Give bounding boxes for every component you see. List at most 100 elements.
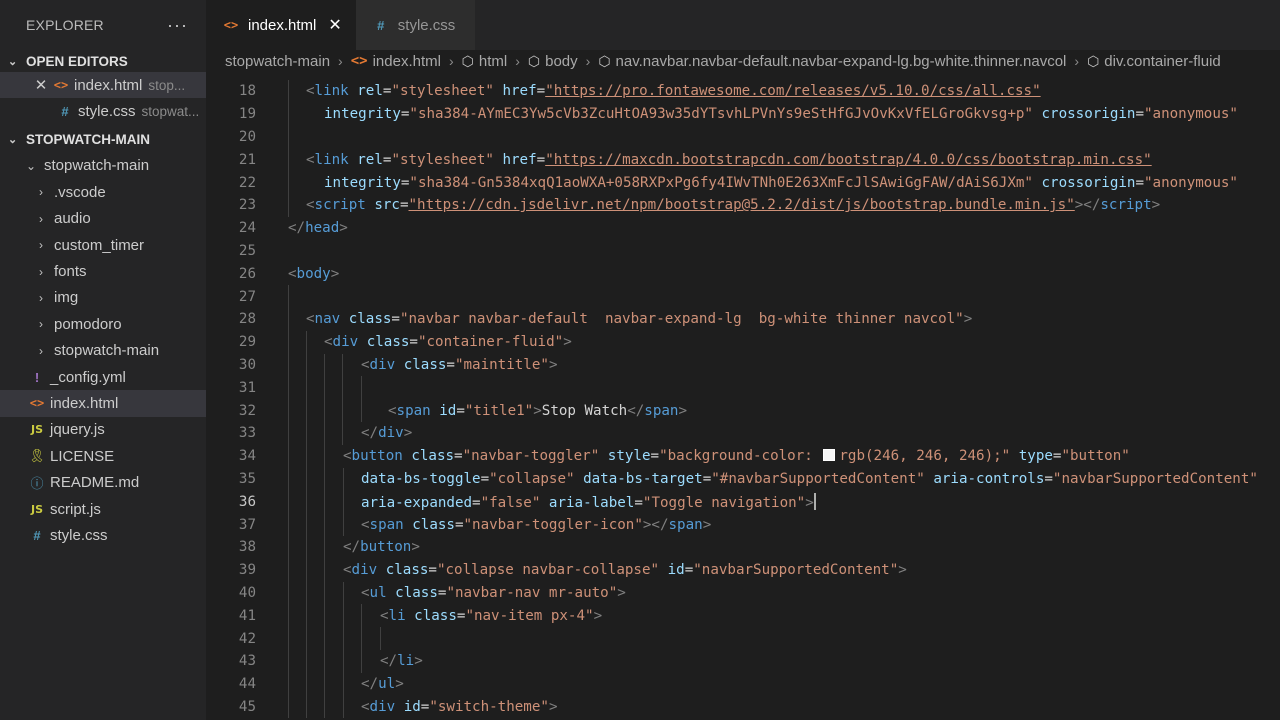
code-text: <link rel="stylesheet" href="https://pro… — [306, 83, 1041, 99]
more-actions-icon[interactable]: ··· — [167, 15, 188, 36]
tree-item-config-yml[interactable]: ! _config.yml — [0, 364, 206, 390]
explorer-header: EXPLORER ··· — [0, 0, 206, 50]
code-text: <button class="navbar-toggler" style="ba… — [343, 448, 1130, 464]
token-tag: head — [305, 220, 340, 237]
token-attr: class — [358, 334, 410, 351]
tree-item-img[interactable]: › img — [0, 285, 206, 311]
token-link[interactable]: "https://pro.fontawesome.com/releases/v5… — [545, 83, 1040, 99]
indent-guide — [343, 672, 344, 696]
token-attr: rel — [348, 83, 383, 100]
tree-item-audio[interactable]: › audio — [0, 206, 206, 232]
token-link[interactable]: "https://maxcdn.bootstrapcdn.com/bootstr… — [545, 152, 1151, 168]
tree-item-license[interactable]: 🎗 LICENSE — [0, 443, 206, 469]
open-editor-path: stop... — [148, 77, 186, 93]
code-line: 28 <nav class="navbar navbar-default nav… — [206, 308, 1280, 331]
token-punct: < — [380, 607, 389, 624]
code-text: <li class="nav-item px-4"> — [380, 608, 602, 624]
line-number: 29 — [238, 334, 256, 351]
tab-label: style.css — [397, 16, 456, 34]
token-punct: </ — [288, 220, 306, 237]
token-eq: = — [409, 334, 418, 351]
code-text: <div class="maintitle"> — [361, 357, 557, 373]
token-eq: = — [456, 402, 465, 419]
token-eq: = — [1044, 470, 1053, 487]
open-editors-section[interactable]: ⌄ OPEN EDITORS — [0, 50, 206, 72]
indent-guide — [288, 672, 289, 696]
token-attr: integrity — [324, 174, 401, 191]
token-string: "navbarSupportedContent" — [693, 562, 899, 579]
code-line: 27 — [206, 285, 1280, 308]
tree-item-label: fonts — [54, 263, 87, 281]
open-editor-index-html[interactable]: ✕ <> index.html stop... — [0, 72, 206, 99]
line-number: 28 — [238, 311, 256, 328]
line-number: 37 — [238, 516, 256, 533]
breadcrumb-item[interactable]: ⬡ div.container-fluid — [1087, 53, 1221, 70]
breadcrumb-item[interactable]: <> index.html — [351, 53, 441, 70]
indent-guide — [361, 627, 362, 650]
color-swatch[interactable] — [823, 449, 836, 462]
code-text: <div class="container-fluid"> — [324, 334, 572, 350]
tree-item-label: README.md — [50, 474, 140, 492]
breadcrumb-item[interactable]: ⬡ body — [528, 53, 578, 70]
indent-guide — [288, 490, 289, 514]
code-text: </button> — [343, 539, 420, 555]
close-icon[interactable]: ✕ — [328, 15, 341, 35]
close-icon[interactable]: ✕ — [30, 76, 52, 94]
tab-style-css[interactable]: # style.css — [355, 0, 476, 50]
indent-guide — [343, 513, 344, 536]
token-attr: class — [395, 356, 447, 373]
tree-item-pomodoro[interactable]: › pomodoro — [0, 311, 206, 337]
tree-item-index-html[interactable]: <> index.html — [0, 390, 206, 417]
html-file-icon: <> — [223, 18, 239, 32]
chevron-right-icon: › — [39, 343, 43, 358]
tree-item-style-css[interactable]: # style.css — [0, 522, 206, 548]
indent-guide — [306, 695, 307, 719]
token-link[interactable]: "https://cdn.jsdelivr.net/npm/bootstrap@… — [409, 197, 1075, 213]
breadcrumb-item[interactable]: ⬡ html — [462, 53, 508, 70]
tree-item-fonts[interactable]: › fonts — [0, 258, 206, 284]
explorer-title: EXPLORER — [26, 17, 104, 33]
token-punct: < — [361, 356, 370, 373]
tree-item-label: pomodoro — [54, 315, 122, 333]
code-line: 42 — [206, 627, 1280, 650]
element-cube-icon: ⬡ — [527, 52, 541, 69]
open-editors-label: OPEN EDITORS — [26, 53, 128, 69]
token-string: "navbarSupportedContent" — [1052, 470, 1258, 487]
workspace-section[interactable]: ⌄ STOPWATCH-MAIN — [0, 127, 206, 153]
token-punct: ></ — [1074, 197, 1101, 214]
code-editor[interactable]: 18 <link rel="stylesheet" href="https://… — [206, 80, 1280, 720]
token-string: "stylesheet" — [391, 151, 494, 168]
token-tag: link — [314, 151, 349, 168]
editor-tab-bar: <> index.html ✕ # style.css — [206, 0, 1280, 50]
code-text: <span class="navbar-toggler-icon"></span… — [361, 517, 711, 533]
code-text: </head> — [288, 220, 348, 236]
tree-item-label: custom_timer — [54, 236, 145, 254]
tree-item-stopwatch-main[interactable]: › stopwatch-main — [0, 338, 206, 364]
breadcrumb-item[interactable]: stopwatch-main — [225, 53, 330, 70]
code-line: 41 <li class="nav-item px-4"> — [206, 604, 1280, 628]
tree-item-vscode[interactable]: › .vscode — [0, 179, 206, 205]
tree-item-jquery-js[interactable]: JS jquery.js — [0, 417, 206, 443]
code-line-current: 36 aria-expanded="false" aria-label="Tog… — [206, 490, 1280, 514]
tab-index-html[interactable]: <> index.html ✕ — [206, 0, 356, 50]
token-punct: > — [678, 402, 688, 419]
token-punct: < — [343, 448, 352, 465]
chevron-down-icon: ⌄ — [25, 158, 37, 173]
token-string: "Toggle navigation" — [642, 494, 806, 511]
breadcrumb-item[interactable]: ⬡ nav.navbar.navbar-default.navbar-expand… — [598, 53, 1066, 70]
tree-item-custom-timer[interactable]: › custom_timer — [0, 232, 206, 258]
indent-guide — [324, 558, 325, 582]
open-editor-style-css[interactable]: # style.css stopwat... — [0, 98, 206, 124]
chevron-right-icon: › — [39, 185, 43, 200]
indent-guide — [288, 399, 289, 422]
tree-item-readme[interactable]: ⓘ README.md — [0, 469, 206, 495]
folder-stopwatch-main[interactable]: ⌄ stopwatch-main — [0, 153, 206, 179]
token-punct: > — [805, 494, 814, 511]
chevron-right-icon: › — [39, 290, 43, 305]
tree-item-label: stopwatch-main — [54, 342, 160, 360]
token-string: "title1" — [464, 402, 534, 419]
tree-item-script-js[interactable]: JS script.js — [0, 496, 206, 522]
code-line: 19 integrity = "sha384-AYmEC3Yw5cVb3ZcuHtO… — [206, 102, 1280, 126]
indent-guide — [288, 604, 289, 628]
line-number: 24 — [238, 220, 256, 237]
